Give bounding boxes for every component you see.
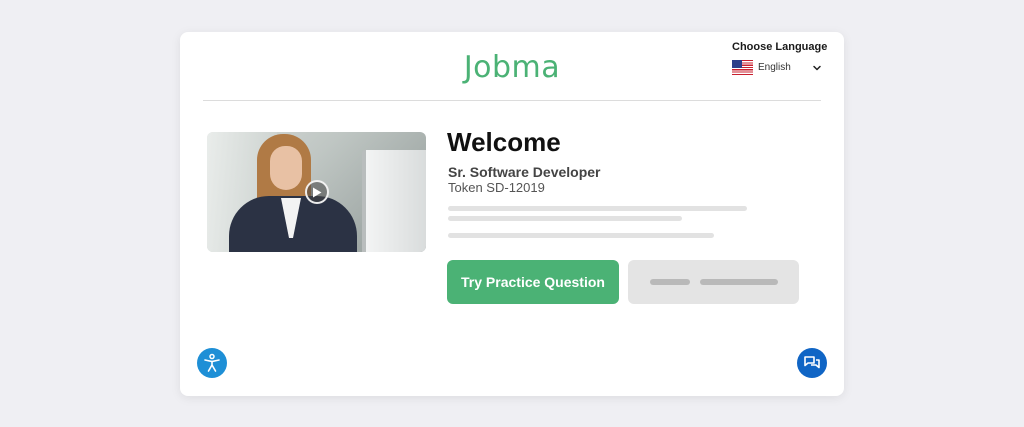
presenter-image (270, 146, 302, 190)
token-label: Token SD-12019 (448, 180, 545, 195)
welcome-card: Jobma Choose Language English Welcome Sr… (180, 32, 844, 396)
placeholder-pill (699, 279, 778, 285)
accessibility-icon (204, 353, 220, 372)
placeholder-line (448, 216, 682, 221)
language-select[interactable]: English (732, 60, 822, 75)
language-chooser: Choose Language English (732, 41, 828, 75)
chat-icon (804, 356, 820, 369)
us-flag-icon (732, 60, 753, 75)
placeholder-line (448, 206, 747, 211)
job-title: Sr. Software Developer (448, 164, 601, 180)
accessibility-button[interactable] (197, 348, 227, 378)
placeholder-pill (649, 279, 690, 285)
play-icon[interactable] (305, 180, 329, 204)
header-divider (203, 100, 821, 101)
chat-button[interactable] (797, 348, 827, 378)
intro-video[interactable] (207, 132, 426, 252)
monitor-image (362, 150, 426, 252)
language-heading: Choose Language (732, 41, 828, 53)
chevron-down-icon (813, 65, 821, 70)
secondary-button[interactable] (628, 260, 799, 304)
try-practice-question-button[interactable]: Try Practice Question (447, 260, 619, 304)
language-selected-value: English (758, 62, 791, 73)
placeholder-line (448, 233, 714, 238)
welcome-heading: Welcome (447, 127, 561, 157)
